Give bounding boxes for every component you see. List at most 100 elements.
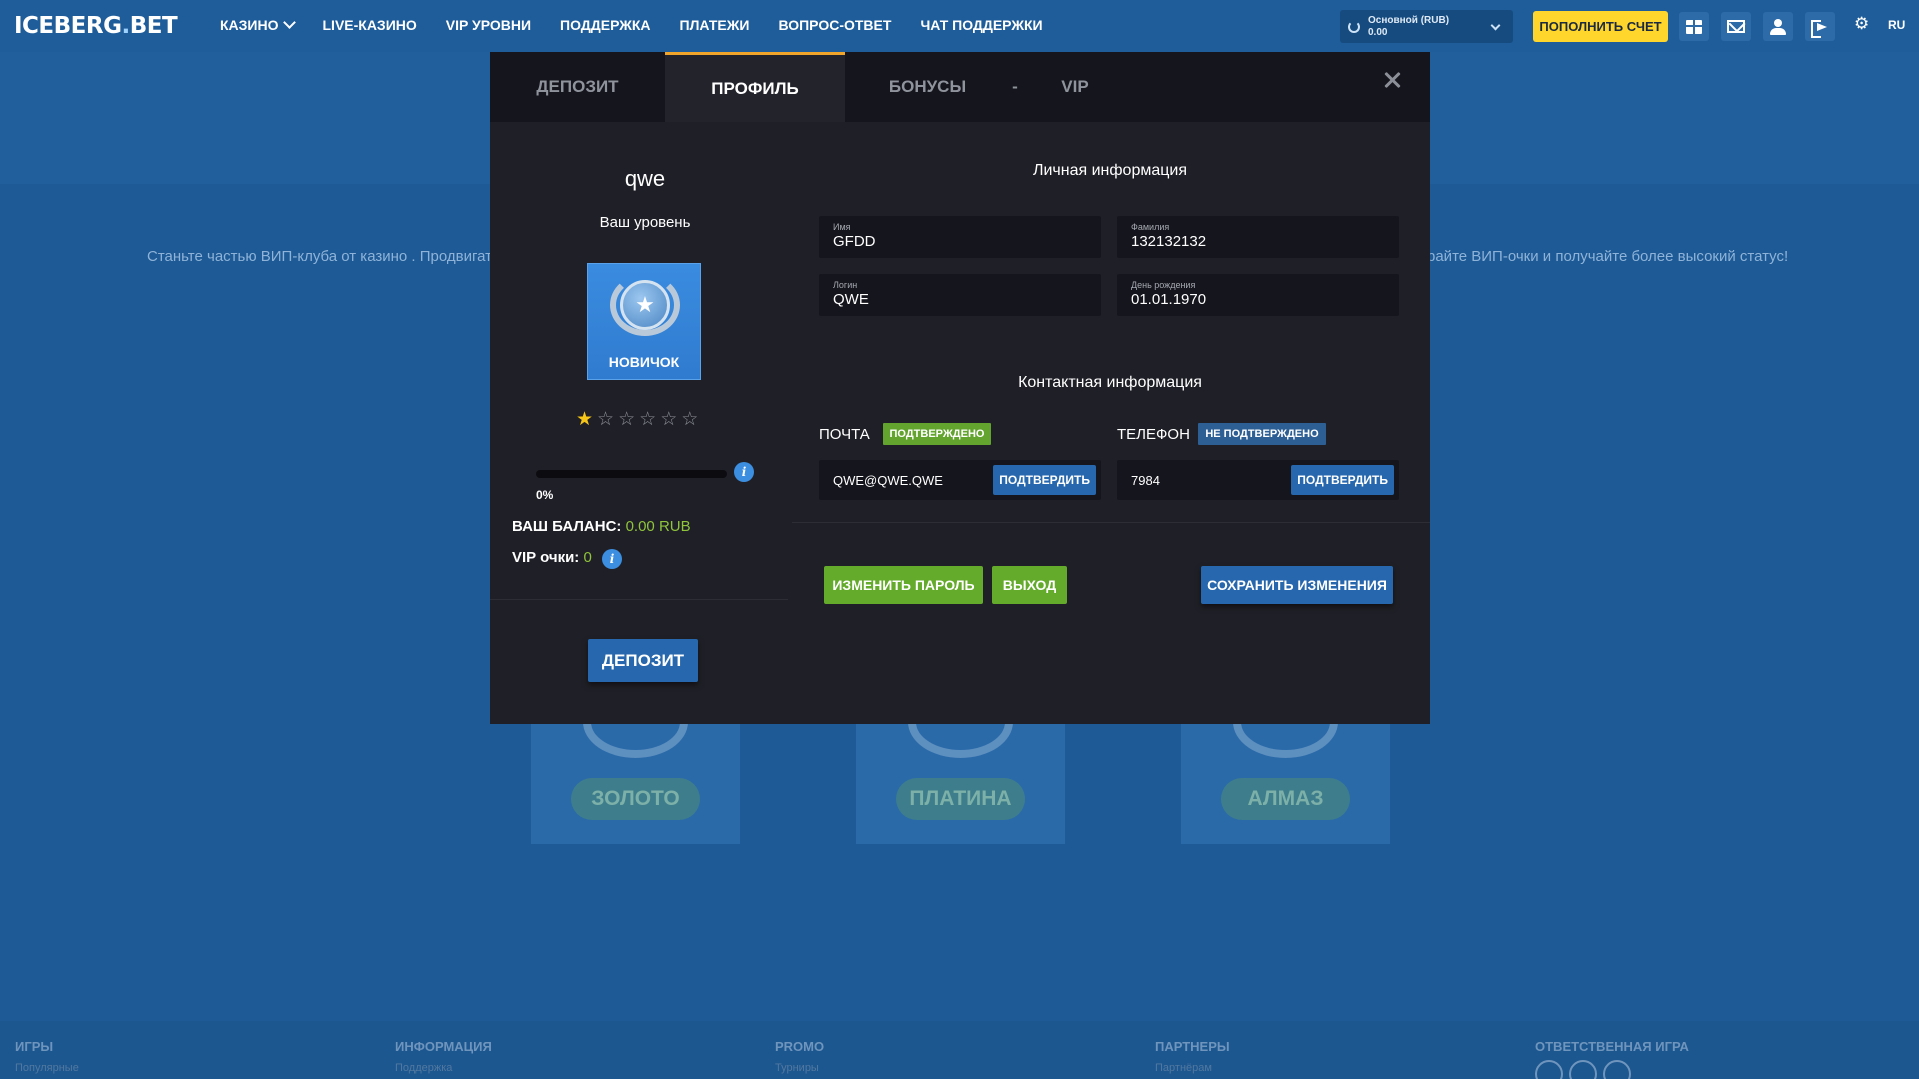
- nav-support-label: ПОДДЕРЖКА: [560, 17, 651, 33]
- nav-faq[interactable]: ВОПРОС-ОТВЕТ: [778, 17, 891, 33]
- logo-dot: .: [121, 13, 130, 39]
- nav-vip-levels[interactable]: VIP УРОВНИ: [446, 17, 531, 33]
- balance-selector[interactable]: Основной (RUB) 0.00: [1340, 10, 1513, 43]
- close-icon[interactable]: [1383, 71, 1401, 89]
- star-empty-icon: ☆: [681, 409, 699, 430]
- change-password-button[interactable]: ИЗМЕНИТЬ ПАРОЛЬ: [824, 566, 983, 604]
- level-badge-label: НОВИЧОК: [608, 354, 680, 370]
- divider: [490, 599, 788, 600]
- logout-button[interactable]: ВЫХОД: [992, 566, 1067, 604]
- footer-link[interactable]: Партнёрам: [1155, 1062, 1230, 1074]
- balance-value: 0.00 RUB: [625, 518, 691, 535]
- nav-casino[interactable]: КАЗИНО: [220, 16, 296, 33]
- last-name-field[interactable]: Фамилия 132132132: [1117, 216, 1399, 258]
- refresh-icon[interactable]: [1348, 20, 1360, 33]
- footer-col-promo: PROMO Турниры: [775, 1039, 824, 1074]
- level-pill-platinum: ПЛАТИНА: [896, 778, 1025, 820]
- site-logo[interactable]: ICEBERG.BET: [14, 13, 178, 39]
- tab-profile[interactable]: ПРОФИЛЬ: [665, 52, 845, 122]
- confirm-phone-button[interactable]: ПОДТВЕРДИТЬ: [1291, 465, 1394, 495]
- star-empty-icon: ☆: [618, 409, 636, 430]
- age-limit-icon[interactable]: [1535, 1060, 1563, 1079]
- login-label: Логин: [833, 280, 858, 290]
- vip-points-line: VIP очки: 0: [512, 549, 592, 566]
- main-nav: КАЗИНО LIVE-КАЗИНО VIP УРОВНИ ПОДДЕРЖКА …: [220, 16, 1043, 33]
- info-icon[interactable]: i: [602, 549, 622, 569]
- email-field[interactable]: QWE@QWE.QWE ПОДТВЕРДИТЬ: [819, 460, 1101, 500]
- messages-button[interactable]: [1721, 12, 1751, 41]
- phone-label: ТЕЛЕФОН: [1117, 426, 1190, 443]
- star-empty-icon: ☆: [639, 409, 657, 430]
- star-filled-icon: ★: [576, 409, 594, 430]
- your-level-label: Ваш уровень: [599, 214, 691, 231]
- login-field[interactable]: Логин QWE: [819, 274, 1101, 316]
- deposit-button[interactable]: ДЕПОЗИТ: [588, 639, 698, 682]
- phone-field[interactable]: 7984 ПОДТВЕРДИТЬ: [1117, 460, 1399, 500]
- progress-percent: 0%: [536, 488, 554, 502]
- gear-icon[interactable]: ⚙: [1854, 14, 1869, 34]
- chevron-down-icon: [1490, 20, 1501, 31]
- last-name-label: Фамилия: [1131, 222, 1170, 232]
- birthday-field[interactable]: День рождения 01.01.1970: [1117, 274, 1399, 316]
- footer-link[interactable]: Турниры: [775, 1062, 824, 1074]
- user-icon: [1770, 18, 1786, 35]
- first-name-label: Имя: [833, 222, 851, 232]
- email-status-badge: ПОДТВЕРЖДЕНО: [883, 423, 991, 445]
- responsible-gaming-icons: [1535, 1060, 1631, 1079]
- footer-heading: ИГРЫ: [15, 1039, 54, 1054]
- logout-header-button[interactable]: [1805, 12, 1835, 41]
- level-card-gold[interactable]: ЗОЛОТО: [531, 712, 740, 844]
- phone-value: 7984: [1131, 472, 1160, 488]
- nav-payments[interactable]: ПЛАТЕЖИ: [680, 17, 750, 33]
- tab-deposit[interactable]: ДЕПОЗИТ: [490, 52, 665, 122]
- logo-tail: BET: [129, 13, 178, 39]
- level-progress-bar: [536, 470, 727, 478]
- gift-button[interactable]: [1679, 12, 1709, 41]
- personal-info-title: Личная информация: [1032, 162, 1187, 179]
- balance-amount: 0.00: [1368, 26, 1388, 38]
- footer-heading: ОТВЕТСТВЕННАЯ ИГРА: [1535, 1039, 1689, 1054]
- logo-main: ICEBERG: [14, 13, 122, 39]
- balance-account: Основной (RUB): [1368, 14, 1450, 26]
- profile-button[interactable]: [1763, 12, 1793, 41]
- nav-casino-label: КАЗИНО: [220, 17, 279, 33]
- confirm-email-button[interactable]: ПОДТВЕРДИТЬ: [993, 465, 1096, 495]
- profile-modal: ДЕПОЗИТ ПРОФИЛЬ БОНУСЫ - VIP qwe Ваш уро…: [490, 52, 1430, 724]
- footer-heading: ПАРТНЕРЫ: [1155, 1039, 1230, 1054]
- nav-vip-levels-label: VIP УРОВНИ: [445, 17, 532, 33]
- star-empty-icon: ☆: [597, 409, 615, 430]
- level-card-diamond[interactable]: АЛМАЗ: [1181, 712, 1390, 844]
- footer-link[interactable]: Поддержка: [395, 1062, 492, 1074]
- tab-separator: -: [1012, 77, 1018, 96]
- info-icon[interactable]: i: [734, 462, 754, 482]
- first-name-field[interactable]: Имя GFDD: [819, 216, 1101, 258]
- logout-icon: [1811, 19, 1829, 38]
- footer-col-partners: ПАРТНЕРЫ Партнёрам: [1155, 1039, 1230, 1074]
- footer-link[interactable]: Популярные: [15, 1062, 79, 1074]
- nav-support-chat-label: ЧАТ ПОДДЕРЖКИ: [920, 17, 1043, 33]
- language-selector[interactable]: RU: [1888, 18, 1905, 32]
- footer-heading: ИНФОРМАЦИЯ: [395, 1039, 492, 1054]
- star-medal-icon: ★: [620, 280, 670, 330]
- nav-payments-label: ПЛАТЕЖИ: [679, 17, 750, 33]
- level-card-platinum[interactable]: ПЛАТИНА: [856, 712, 1065, 844]
- warning-icon[interactable]: [1603, 1060, 1631, 1079]
- birthday-label: День рождения: [1131, 280, 1196, 290]
- gamcare-icon[interactable]: [1569, 1060, 1597, 1079]
- save-changes-button[interactable]: СОХРАНИТЬ ИЗМЕНЕНИЯ: [1201, 566, 1393, 604]
- login-value: QWE: [833, 291, 869, 308]
- vip-points-value: 0: [583, 549, 592, 566]
- balance-line: ВАШ БАЛАНС: 0.00 RUB: [512, 518, 691, 535]
- mail-icon: [1727, 20, 1745, 33]
- tab-vip[interactable]: VIP: [1030, 52, 1120, 122]
- level-pill-diamond: АЛМАЗ: [1221, 778, 1350, 820]
- nav-live-casino[interactable]: LIVE-КАЗИНО: [323, 17, 417, 33]
- nav-faq-label: ВОПРОС-ОТВЕТ: [778, 17, 892, 33]
- nav-live-casino-label: LIVE-КАЗИНО: [322, 17, 417, 33]
- nav-support-chat[interactable]: ЧАТ ПОДДЕРЖКИ: [920, 17, 1042, 33]
- contact-info-title: Контактная информация: [1018, 374, 1202, 391]
- nav-support[interactable]: ПОДДЕРЖКА: [560, 17, 651, 33]
- promo-text-right: райте ВИП-очки и получайте более высокий…: [1427, 248, 1789, 265]
- tab-bonuses[interactable]: БОНУСЫ: [845, 52, 1010, 122]
- topup-button[interactable]: ПОПОЛНИТЬ СЧЕТ: [1533, 11, 1668, 42]
